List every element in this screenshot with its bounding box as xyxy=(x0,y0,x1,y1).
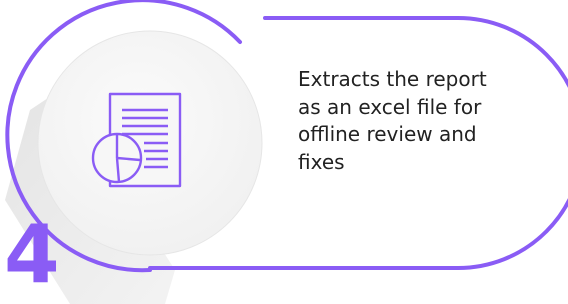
step-number: 4 xyxy=(4,208,60,301)
step-card: Extracts the report as an excel file for… xyxy=(0,0,568,304)
step-description: Extracts the report as an excel file for… xyxy=(298,67,487,174)
